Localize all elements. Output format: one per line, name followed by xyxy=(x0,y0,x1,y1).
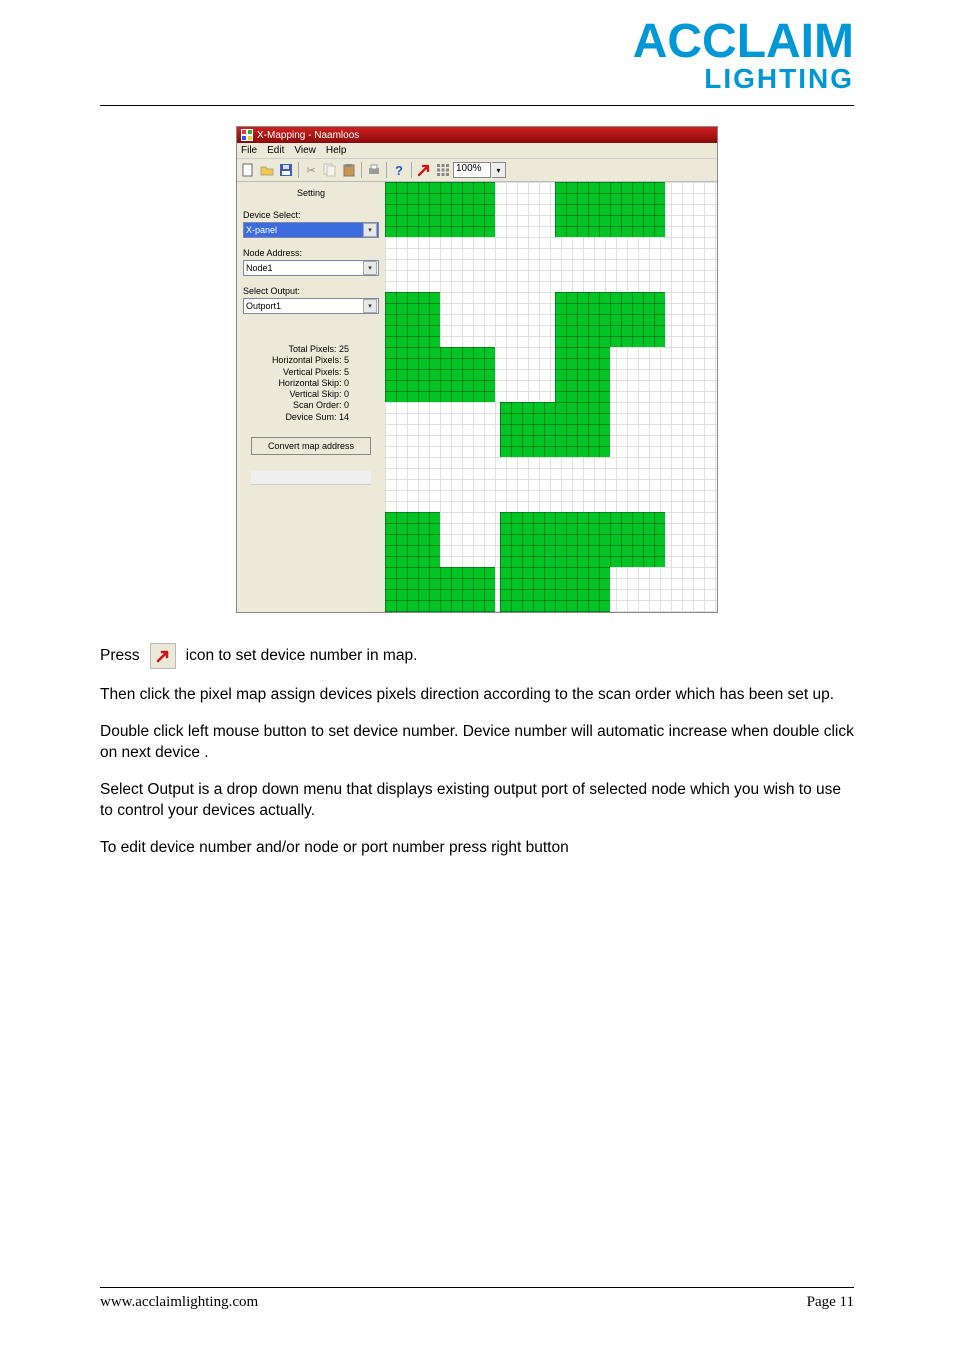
app-title: X-Mapping - Naamloos xyxy=(257,130,359,141)
app-window: X-Mapping - Naamloos File Edit View Help… xyxy=(236,126,718,613)
device-block[interactable] xyxy=(385,567,440,612)
footer-rule xyxy=(100,1287,854,1288)
convert-map-address-button[interactable]: Convert map address xyxy=(251,437,371,455)
h-pixels-value: 5 xyxy=(344,355,349,365)
help-icon[interactable]: ? xyxy=(390,161,408,179)
grid-icon[interactable] xyxy=(434,161,452,179)
print-icon[interactable] xyxy=(365,161,383,179)
v-skip-label: Vertical Skip: xyxy=(289,389,341,399)
open-icon[interactable] xyxy=(258,161,276,179)
toolbar-separator xyxy=(386,162,387,178)
menubar: File Edit View Help xyxy=(237,143,717,159)
v-pixels-value: 5 xyxy=(344,367,349,377)
device-block[interactable] xyxy=(610,292,665,347)
device-block[interactable] xyxy=(385,292,440,347)
device-block[interactable] xyxy=(385,347,440,402)
page-footer: www.acclaimlighting.com Page 11 xyxy=(100,1287,854,1311)
node-address-select[interactable]: Node1 ▾ xyxy=(243,260,379,276)
copy-icon[interactable] xyxy=(321,161,339,179)
device-block[interactable] xyxy=(555,347,610,402)
select-output[interactable]: Outport1 ▾ xyxy=(243,298,379,314)
node-address-label: Node Address: xyxy=(243,248,379,258)
h-skip-value: 0 xyxy=(344,378,349,388)
device-block[interactable] xyxy=(385,182,440,237)
scan-order-label: Scan Order: xyxy=(293,400,342,410)
paragraph-3: Double click left mouse button to set de… xyxy=(100,722,854,764)
zoom-dropdown[interactable]: ▾ xyxy=(492,162,506,178)
titlebar: X-Mapping - Naamloos xyxy=(237,127,717,143)
paste-icon[interactable] xyxy=(340,161,358,179)
device-block[interactable] xyxy=(440,567,495,612)
device-sum-label: Device Sum: xyxy=(285,412,336,422)
app-icon xyxy=(241,129,253,141)
device-block[interactable] xyxy=(440,347,495,402)
menu-file[interactable]: File xyxy=(241,145,257,156)
settings-heading: Setting xyxy=(243,188,379,198)
device-block[interactable] xyxy=(385,512,440,567)
paragraph-4: Select Output is a drop down menu that d… xyxy=(100,780,854,822)
stats-block: Total Pixels: 25 Horizontal Pixels: 5 Ve… xyxy=(243,344,379,423)
save-icon[interactable] xyxy=(277,161,295,179)
v-skip-value: 0 xyxy=(344,389,349,399)
toolbar-separator xyxy=(361,162,362,178)
header-rule xyxy=(100,105,854,106)
paragraph-5: To edit device number and/or node or por… xyxy=(100,838,854,859)
device-block[interactable] xyxy=(500,567,555,612)
device-sum-value: 14 xyxy=(339,412,349,422)
press-label: Press xyxy=(100,646,140,667)
logo-main: ACCLAIM xyxy=(100,20,854,63)
h-skip-label: Horizontal Skip: xyxy=(278,378,341,388)
paragraph-2: Then click the pixel map assign devices … xyxy=(100,685,854,706)
device-block[interactable] xyxy=(555,182,610,237)
device-block[interactable] xyxy=(500,512,555,567)
press-rest: icon to set device number in map. xyxy=(186,646,418,667)
device-block[interactable] xyxy=(555,402,610,457)
device-block[interactable] xyxy=(555,292,610,347)
select-output-label: Select Output: xyxy=(243,286,379,296)
v-pixels-label: Vertical Pixels: xyxy=(283,367,342,377)
new-icon[interactable] xyxy=(239,161,257,179)
toolbar-separator xyxy=(298,162,299,178)
settings-panel: Setting Device Select: X-panel ▾ Node Ad… xyxy=(237,182,385,612)
menu-help[interactable]: Help xyxy=(326,145,347,156)
brand-logo: ACCLAIM LIGHTING xyxy=(100,20,854,95)
select-output-value: Outport1 xyxy=(246,301,281,311)
toolbar: ✂ ? 100% ▾ xyxy=(237,159,717,182)
scan-order-value: 0 xyxy=(344,400,349,410)
pixel-map-grid[interactable] xyxy=(385,182,717,612)
total-pixels-label: Total Pixels: xyxy=(288,344,336,354)
menu-view[interactable]: View xyxy=(294,145,316,156)
footer-page: Page 11 xyxy=(807,1294,854,1311)
h-pixels-label: Horizontal Pixels: xyxy=(272,355,342,365)
device-block[interactable] xyxy=(610,512,665,567)
device-block[interactable] xyxy=(555,567,610,612)
cut-icon[interactable]: ✂ xyxy=(302,161,320,179)
device-block[interactable] xyxy=(440,182,495,237)
device-block[interactable] xyxy=(610,182,665,237)
chevron-down-icon[interactable]: ▾ xyxy=(363,261,377,275)
toolbar-separator xyxy=(411,162,412,178)
device-select-label: Device Select: xyxy=(243,210,379,220)
zoom-input[interactable]: 100% xyxy=(453,162,491,178)
chevron-down-icon[interactable]: ▾ xyxy=(363,299,377,313)
arrow-icon[interactable] xyxy=(415,161,433,179)
node-address-value: Node1 xyxy=(246,263,273,273)
device-block[interactable] xyxy=(500,402,555,457)
footer-url: www.acclaimlighting.com xyxy=(100,1294,258,1311)
device-select[interactable]: X-panel ▾ xyxy=(243,222,379,238)
arrow-icon xyxy=(150,643,176,669)
device-select-value: X-panel xyxy=(246,225,277,235)
menu-edit[interactable]: Edit xyxy=(267,145,284,156)
device-block[interactable] xyxy=(555,512,610,567)
total-pixels-value: 25 xyxy=(339,344,349,354)
logo-sub: LIGHTING xyxy=(100,63,854,95)
disabled-input xyxy=(251,471,371,485)
chevron-down-icon[interactable]: ▾ xyxy=(363,223,377,237)
